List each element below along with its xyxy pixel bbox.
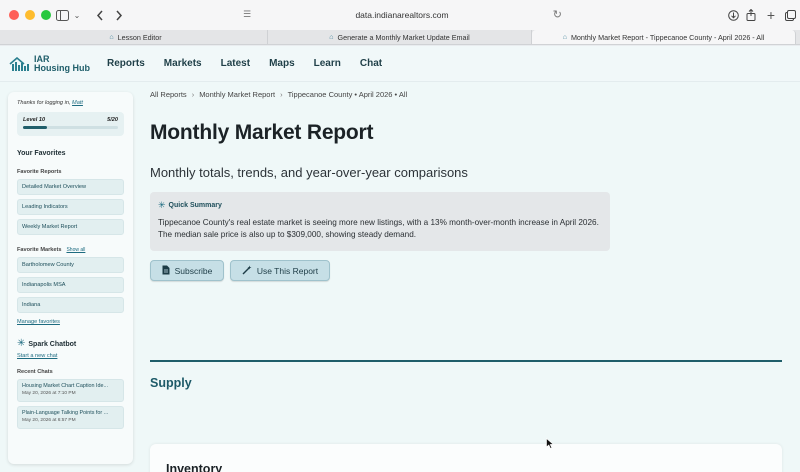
use-this-report-button[interactable]: Use This Report [230, 260, 330, 281]
favorite-report-item[interactable]: Weekly Market Report [17, 219, 124, 235]
inventory-card: Inventory [150, 444, 782, 472]
close-window-button[interactable] [9, 10, 19, 20]
chat-date: May 20, 2026 at 6:57 PM [22, 418, 76, 423]
chat-date: May 20, 2026 at 7:10 PM [22, 391, 76, 396]
downloads-icon[interactable] [726, 8, 740, 22]
tab-label: Lesson Editor [117, 32, 162, 42]
show-all-link[interactable]: Show all [66, 247, 85, 253]
supply-section-heading: Supply [150, 376, 192, 390]
section-divider [150, 360, 782, 362]
site-header: IAR Housing Hub Reports Markets Latest M… [0, 46, 800, 82]
report-main: All Reports › Monthly Market Report › Tippec… [150, 82, 782, 472]
start-new-chat-link[interactable]: Start a new chat [17, 353, 124, 359]
use-this-report-label: Use This Report [256, 265, 319, 276]
tab-label: Generate a Monthly Market Update Email [337, 32, 470, 42]
breadcrumb-all-reports[interactable]: All Reports [150, 90, 187, 99]
share-icon[interactable] [744, 8, 758, 22]
tab-monthly-report[interactable]: ⌂ Monthly Market Report - Tippecanoe Cou… [532, 30, 796, 44]
breadcrumb-current: Tippecanoe County • April 2026 • All [287, 90, 408, 99]
minimize-window-button[interactable] [25, 10, 35, 20]
page-content: Thanks for logging in, Matt Level 10 5/2… [0, 82, 800, 472]
site-favicon-icon: ⌂ [329, 33, 334, 41]
nav-maps[interactable]: Maps [269, 58, 295, 69]
chat-title: Housing Market Chart Caption Ide... [22, 383, 108, 389]
back-icon[interactable] [93, 8, 107, 22]
quick-summary-heading: Quick Summary [168, 202, 222, 209]
recent-chats-heading: Recent Chats [17, 369, 124, 375]
nav-markets[interactable]: Markets [164, 58, 202, 69]
inventory-card-title: Inventory [166, 462, 223, 472]
tab-generate-email[interactable]: ⌂ Generate a Monthly Market Update Email [268, 30, 532, 44]
tab-label: Monthly Market Report - Tippecanoe Count… [570, 32, 765, 42]
recent-chat-item[interactable]: Plain-Language Talking Points for ... Ma… [17, 406, 124, 429]
level-progress-bar [23, 126, 118, 129]
site-favicon-icon: ⌂ [562, 33, 567, 41]
logo-line-2: Housing Hub [34, 62, 90, 73]
manage-favorites-link[interactable]: Manage favorites [17, 319, 124, 325]
welcome-prefix: Thanks for logging in, [17, 100, 71, 106]
nav-learn[interactable]: Learn [314, 58, 341, 69]
level-card: Level 10 5/20 [17, 112, 124, 136]
favorite-market-item[interactable]: Bartholomew County [17, 257, 124, 273]
favorite-market-item[interactable]: Indiana [17, 297, 124, 313]
tab-lesson-editor[interactable]: ⌂ Lesson Editor [4, 30, 268, 44]
favorite-report-item[interactable]: Leading Indicators [17, 199, 124, 215]
level-progress-fill [23, 126, 47, 129]
nav-latest[interactable]: Latest [221, 58, 250, 69]
browser-tab-strip: ⌂ Lesson Editor ⌂ Generate a Monthly Mar… [0, 30, 800, 45]
nav-chat[interactable]: Chat [360, 58, 382, 69]
quick-summary-text: Tippecanoe County's real estate market i… [158, 218, 599, 239]
favorite-market-item[interactable]: Indianapolis MSA [17, 277, 124, 293]
favorite-markets-label: Favorite Markets [17, 247, 62, 253]
main-nav: Reports Markets Latest Maps Learn Chat [107, 58, 401, 69]
tab-overview-icon[interactable] [783, 8, 797, 22]
subscribe-label: Subscribe [174, 265, 213, 276]
recent-chat-item[interactable]: Housing Market Chart Caption Ide... May … [17, 379, 124, 402]
sidebar: Thanks for logging in, Matt Level 10 5/2… [8, 92, 133, 464]
site-logo[interactable]: IAR Housing Hub [9, 54, 90, 73]
sparkle-icon: ✳ [17, 338, 26, 349]
nav-reports[interactable]: Reports [107, 58, 145, 69]
breadcrumb-separator-icon: › [191, 90, 195, 99]
window-controls [9, 10, 51, 20]
address-bar[interactable]: ☰ data.indianarealtors.com ↻ [237, 5, 567, 25]
breadcrumb-monthly-report[interactable]: Monthly Market Report [199, 90, 275, 99]
browser-toolbar: ⌄ ☰ data.indianarealtors.com ↻ + [0, 0, 800, 30]
chevron-down-icon[interactable]: ⌄ [70, 8, 84, 22]
favorite-markets-heading: Favorite Markets Show all [17, 247, 124, 253]
url-text: data.indianarealtors.com [355, 10, 449, 20]
maximize-window-button[interactable] [41, 10, 51, 20]
sidebar-toggle-icon[interactable] [55, 8, 69, 22]
favorites-heading: Your Favorites [17, 150, 66, 157]
welcome-text: Thanks for logging in, Matt [17, 100, 124, 106]
favorite-reports-heading: Favorite Reports [17, 169, 124, 175]
user-link[interactable]: Matt [72, 100, 83, 106]
recent-chats-label: Recent Chats [17, 369, 53, 375]
forward-icon[interactable] [112, 8, 126, 22]
page-title: Monthly Market Report [150, 121, 374, 144]
site-info-icon[interactable]: ☰ [243, 9, 251, 20]
chatbot-title: Spark Chatbot [28, 340, 77, 348]
level-progress-text: 5/20 [107, 117, 118, 123]
house-logo-icon [9, 56, 31, 71]
page-subtitle: Monthly totals, trends, and year-over-ye… [150, 165, 468, 180]
favorite-report-item[interactable]: Detailed Market Overview [17, 179, 124, 195]
new-tab-icon[interactable]: + [764, 7, 778, 23]
site-favicon-icon: ⌂ [109, 33, 114, 41]
reload-icon[interactable]: ↻ [553, 8, 562, 21]
magic-wand-icon [242, 265, 252, 277]
sparkle-icon: ✳ [158, 200, 166, 210]
subscribe-button[interactable]: Subscribe [150, 260, 224, 281]
breadcrumb-separator-icon: › [280, 90, 283, 99]
breadcrumb: All Reports › Monthly Market Report › Tippec… [150, 90, 407, 99]
quick-summary-box: ✳ Quick Summary Tippecanoe County's real… [150, 192, 610, 251]
level-label: Level 10 [23, 117, 46, 123]
chatbot-heading: ✳ Spark Chatbot [17, 339, 124, 349]
chat-title: Plain-Language Talking Points for ... [22, 410, 109, 416]
favorite-reports-label: Favorite Reports [17, 169, 62, 175]
document-icon [162, 265, 170, 277]
